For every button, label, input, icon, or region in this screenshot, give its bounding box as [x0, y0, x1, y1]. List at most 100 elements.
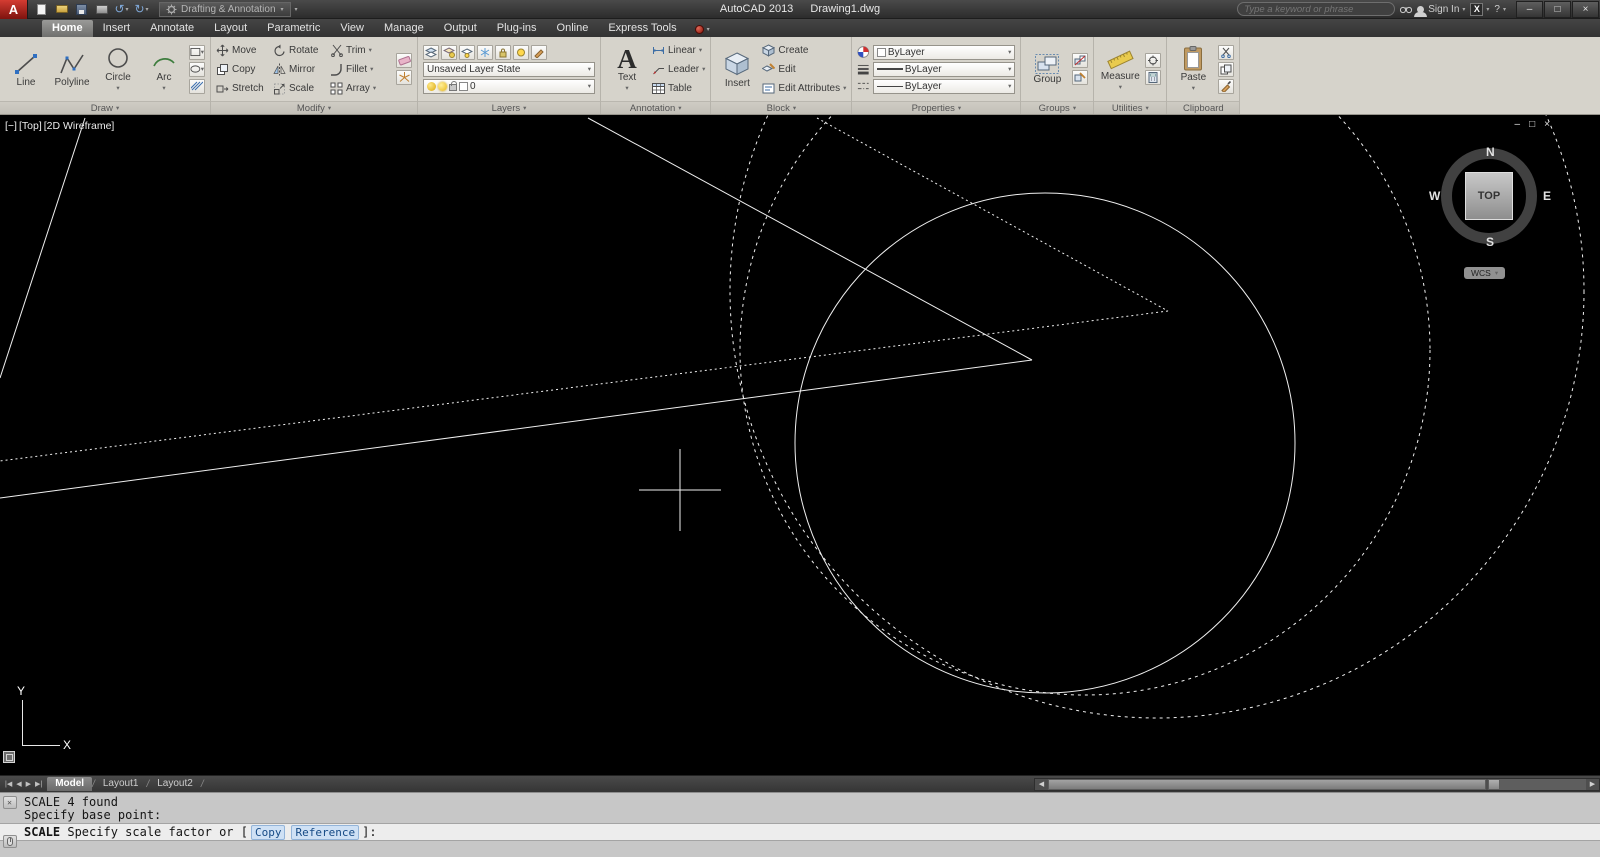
- tab-home[interactable]: Home: [42, 20, 93, 37]
- tool-arc[interactable]: Arc ▾: [143, 39, 185, 99]
- maximize-button[interactable]: □: [1544, 0, 1571, 18]
- option-reference[interactable]: Reference: [291, 824, 360, 840]
- object-color-dropdown[interactable]: ByLayer ▾: [872, 44, 1016, 60]
- tab-online[interactable]: Online: [547, 20, 599, 37]
- tool-create-block[interactable]: Create: [762, 42, 846, 59]
- tool-id-point[interactable]: [1145, 53, 1162, 68]
- tool-ungroup[interactable]: [1072, 53, 1089, 68]
- tool-rectangle-flyout[interactable]: ▾: [189, 44, 205, 60]
- tool-explode[interactable]: [396, 70, 412, 85]
- tab-layout1[interactable]: Layout1: [95, 777, 147, 791]
- plot-button[interactable]: [93, 2, 110, 17]
- lineweight-dropdown[interactable]: ByLayer ▾: [872, 61, 1016, 77]
- viewcube-top-face[interactable]: TOP: [1465, 172, 1513, 220]
- tool-linear-dimension[interactable]: Linear ▾: [652, 42, 705, 59]
- tool-fillet[interactable]: Fillet ▾: [330, 61, 392, 78]
- scrollbar-button[interactable]: [1488, 778, 1500, 790]
- layer-dropdown[interactable]: 0 ▾: [423, 78, 595, 94]
- tool-stretch[interactable]: Stretch: [216, 80, 273, 97]
- undo-button[interactable]: ↺ ▾: [113, 2, 130, 17]
- viewcube-east[interactable]: E: [1543, 189, 1551, 203]
- command-line-window[interactable]: ✕ SCALE 4 found Specify base point: SCAL…: [0, 792, 1600, 857]
- tool-edit-attributes[interactable]: Edit Attributes ▾: [762, 80, 846, 97]
- workspace-switcher[interactable]: Drafting & Annotation ▾: [159, 1, 291, 17]
- tool-erase[interactable]: [396, 53, 412, 68]
- close-button[interactable]: ×: [1572, 0, 1599, 18]
- layer-freeze-button[interactable]: [477, 44, 493, 60]
- tool-move[interactable]: Move: [216, 42, 273, 59]
- tab-insert[interactable]: Insert: [93, 20, 141, 37]
- tool-copy[interactable]: Copy: [216, 61, 273, 78]
- command-input-line[interactable]: SCALE Specify scale factor or [ Copy Ref…: [0, 823, 1600, 841]
- new-drawing-button[interactable]: [33, 2, 50, 17]
- tool-text[interactable]: A Text ▾: [606, 39, 648, 99]
- tool-copy-clip[interactable]: [1218, 61, 1235, 77]
- next-layout-button[interactable]: ▶: [26, 780, 31, 788]
- command-customize-icon[interactable]: ✕: [2, 796, 17, 809]
- viewcube-north[interactable]: N: [1486, 145, 1495, 159]
- scroll-right-arrow[interactable]: ▶: [1586, 780, 1599, 788]
- viewcube-west[interactable]: W: [1429, 189, 1440, 203]
- tool-rotate[interactable]: Rotate: [273, 42, 330, 59]
- tool-measure[interactable]: Measure ▾: [1099, 39, 1141, 99]
- tab-model[interactable]: Model: [47, 777, 93, 791]
- search-input[interactable]: [1244, 3, 1389, 15]
- viewport-menu-control[interactable]: [−]: [5, 120, 17, 132]
- tool-match-properties[interactable]: [1218, 78, 1235, 94]
- view-control[interactable]: [Top]: [19, 120, 42, 132]
- layer-properties-button[interactable]: [423, 44, 439, 60]
- tool-insert-block[interactable]: Insert: [716, 39, 758, 99]
- tab-layout[interactable]: Layout: [204, 20, 257, 37]
- tool-leader[interactable]: Leader ▾: [652, 61, 705, 78]
- tool-trim[interactable]: Trim ▾: [330, 42, 392, 59]
- layer-isolate-button[interactable]: [459, 44, 475, 60]
- layer-off-button[interactable]: [513, 44, 529, 60]
- prev-layout-button[interactable]: ◀: [16, 780, 21, 788]
- wcs-menu[interactable]: WCS ▾: [1464, 267, 1506, 279]
- tab-parametric[interactable]: Parametric: [257, 20, 330, 37]
- layer-lock-button[interactable]: [495, 44, 511, 60]
- tool-scale[interactable]: Scale: [273, 80, 330, 97]
- layer-state-button[interactable]: [441, 44, 457, 60]
- minimize-button[interactable]: –: [1516, 0, 1543, 18]
- panel-label-block[interactable]: Block ▾: [711, 101, 852, 114]
- panel-label-draw[interactable]: Draw ▾: [0, 101, 210, 114]
- viewcube-south[interactable]: S: [1486, 235, 1494, 249]
- qat-customize-button[interactable]: ▾: [295, 6, 298, 13]
- panel-label-layers[interactable]: Layers ▾: [418, 101, 600, 114]
- tool-cut[interactable]: [1218, 44, 1235, 60]
- horizontal-scrollbar[interactable]: ◀ ▶: [1034, 777, 1600, 791]
- tab-annotate[interactable]: Annotate: [140, 20, 204, 37]
- tool-array[interactable]: Array ▾: [330, 80, 392, 97]
- panel-label-clipboard[interactable]: Clipboard: [1167, 101, 1240, 114]
- tool-circle[interactable]: Circle ▾: [97, 39, 139, 99]
- tool-group-edit[interactable]: [1072, 70, 1089, 85]
- tool-hatch[interactable]: [189, 78, 205, 94]
- panel-label-utilities[interactable]: Utilities ▾: [1094, 101, 1167, 114]
- tab-view[interactable]: View: [330, 20, 374, 37]
- option-copy[interactable]: Copy: [250, 824, 286, 840]
- redo-button[interactable]: ↻ ▾: [133, 2, 150, 17]
- tool-line[interactable]: Line: [5, 39, 47, 99]
- tab-plugins[interactable]: Plug-ins: [487, 20, 547, 37]
- tool-quick-calc[interactable]: [1145, 70, 1162, 85]
- featured-apps-button[interactable]: ▾: [694, 25, 710, 37]
- tool-group[interactable]: Group: [1026, 39, 1068, 99]
- help-button[interactable]: ? ▾: [1494, 4, 1506, 15]
- tool-paste[interactable]: Paste ▾: [1172, 39, 1214, 99]
- tool-polyline[interactable]: Polyline: [51, 39, 93, 99]
- last-layout-button[interactable]: ▶|: [35, 780, 42, 788]
- visual-style-control[interactable]: [2D Wireframe]: [44, 120, 115, 132]
- search-button[interactable]: [1400, 4, 1413, 14]
- tab-layout2[interactable]: Layout2: [149, 777, 201, 791]
- scroll-left-arrow[interactable]: ◀: [1035, 780, 1048, 788]
- tool-table[interactable]: Table: [652, 80, 705, 97]
- open-button[interactable]: [53, 2, 70, 17]
- panel-label-groups[interactable]: Groups ▾: [1021, 101, 1094, 114]
- panel-label-properties[interactable]: Properties ▾: [852, 101, 1021, 114]
- scrollbar-thumb[interactable]: [1048, 778, 1486, 790]
- scrollbar-track[interactable]: [1500, 778, 1586, 790]
- save-button[interactable]: [73, 2, 90, 17]
- tab-manage[interactable]: Manage: [374, 20, 434, 37]
- exchange-apps-button[interactable]: X ▾: [1470, 2, 1489, 16]
